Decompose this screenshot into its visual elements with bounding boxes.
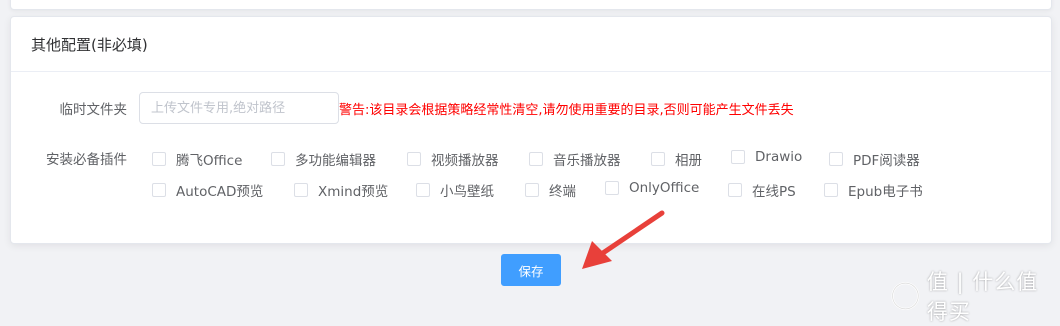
checkbox-box[interactable]: [407, 152, 421, 166]
plugin-checkbox[interactable]: 音乐播放器: [529, 149, 621, 169]
card-header: 其他配置(非必填): [11, 17, 1051, 72]
checkbox-box[interactable]: [829, 152, 843, 166]
plugin-label: OnlyOffice: [629, 180, 700, 196]
plugin-label: 腾飞Office: [176, 153, 243, 169]
plugin-label: 终端: [549, 184, 576, 200]
plugin-checkbox[interactable]: 在线PS: [728, 180, 796, 200]
previous-card-bottom: [10, 0, 1052, 10]
checkbox-box[interactable]: [416, 183, 430, 197]
checkbox-box[interactable]: [271, 152, 285, 166]
temp-folder-row: 临时文件夹 警告:该目录会根据策略经常性清空,请勿使用重要的目录,否则可能产生文…: [11, 92, 794, 124]
red-arrow-annotation: [582, 210, 665, 269]
plugins-label: 安装必备插件: [46, 152, 127, 168]
plugin-label: PDF阅读器: [853, 153, 920, 169]
plugin-label: Drawio: [755, 149, 803, 165]
plugin-checkbox[interactable]: Xmind预览: [294, 180, 388, 200]
plugin-label: 视频播放器: [431, 153, 499, 169]
plugin-label: Epub电子书: [848, 184, 923, 200]
checkbox-box[interactable]: [824, 183, 838, 197]
other-config-card: 其他配置(非必填) 临时文件夹 警告:该目录会根据策略经常性清空,请勿使用重要的…: [10, 16, 1052, 244]
watermark: 值 | 什么值得买: [890, 266, 1060, 326]
plugin-checkbox[interactable]: PDF阅读器: [829, 149, 920, 169]
plugin-checkbox[interactable]: Epub电子书: [824, 180, 923, 200]
plugin-label: 小鸟壁纸: [440, 184, 494, 200]
plugin-checkbox[interactable]: 小鸟壁纸: [416, 180, 494, 200]
plugin-label: 在线PS: [752, 184, 796, 200]
section-title: 其他配置(非必填): [31, 35, 148, 54]
plugin-checkbox[interactable]: AutoCAD预览: [152, 180, 263, 200]
watermark-text: 值 | 什么值得买: [926, 270, 1039, 324]
checkbox-box[interactable]: [651, 152, 665, 166]
plugin-checkbox[interactable]: 腾飞Office: [152, 149, 242, 169]
plugins-row: 安装必备插件: [11, 148, 139, 168]
checkbox-box[interactable]: [728, 183, 742, 197]
checkbox-box[interactable]: [152, 152, 166, 166]
watermark-logo-icon: [891, 282, 920, 310]
plugin-checkbox[interactable]: 相册: [651, 149, 702, 169]
checkbox-box[interactable]: [525, 183, 539, 197]
plugin-label: 多功能编辑器: [295, 153, 376, 169]
plugin-label: 相册: [675, 153, 702, 169]
plugin-checkbox[interactable]: 终端: [525, 180, 576, 200]
plugin-checkbox[interactable]: Drawio: [731, 149, 802, 165]
plugin-label: Xmind预览: [318, 184, 389, 200]
checkbox-box[interactable]: [529, 152, 543, 166]
checkbox-box[interactable]: [294, 183, 308, 197]
save-button[interactable]: 保存: [501, 254, 561, 286]
plugin-checkbox[interactable]: OnlyOffice: [605, 180, 699, 196]
temp-folder-label: 临时文件夹: [59, 102, 128, 118]
checkbox-box[interactable]: [605, 181, 619, 195]
plugin-checkbox[interactable]: 多功能编辑器: [271, 149, 376, 169]
temp-folder-warning: 警告:该目录会根据策略经常性清空,请勿使用重要的目录,否则可能产生文件丢失: [339, 102, 794, 118]
checkbox-box[interactable]: [731, 150, 745, 164]
checkbox-box[interactable]: [152, 183, 166, 197]
plugin-label: 音乐播放器: [553, 153, 621, 169]
temp-folder-input[interactable]: [139, 92, 339, 124]
plugin-label: AutoCAD预览: [176, 184, 264, 200]
plugin-checkbox[interactable]: 视频播放器: [407, 149, 499, 169]
